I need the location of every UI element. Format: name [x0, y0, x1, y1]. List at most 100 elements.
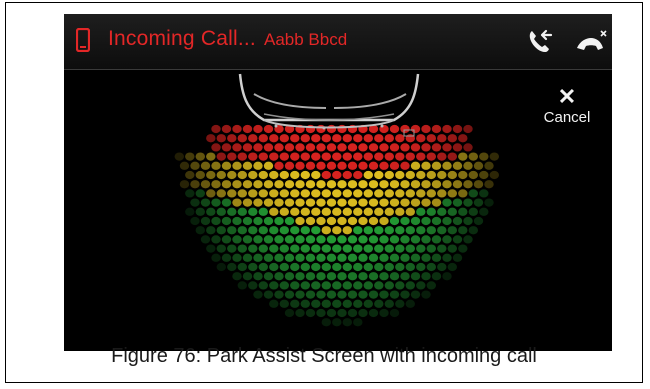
sensor-cell [384, 262, 394, 272]
sensor-cell [431, 198, 442, 207]
sensor-cell [389, 235, 400, 244]
sensor-cell [221, 216, 232, 226]
sensor-cell [279, 299, 289, 308]
sensor-cell [405, 281, 415, 290]
sensor-cell [337, 308, 347, 318]
sensor-cell [311, 207, 321, 216]
sensor-cell [295, 272, 305, 281]
car-rear-outline [238, 73, 420, 137]
sensor-cell [442, 180, 452, 189]
sensor-cell [374, 262, 384, 272]
sensor-cell [374, 152, 384, 161]
sensor-cell [405, 226, 415, 235]
sensor-cell [279, 152, 289, 161]
reject-call-icon[interactable] [574, 28, 608, 56]
sensor-cell [279, 244, 289, 253]
sensor-cell [489, 170, 499, 180]
sensor-cell [326, 216, 337, 226]
sensor-cell [253, 290, 263, 299]
sensor-cell [400, 235, 410, 244]
sensor-cell [206, 226, 216, 235]
sensor-cell [237, 189, 247, 198]
sensor-cell [463, 235, 473, 244]
sensor-cell [389, 290, 400, 299]
sensor-cell [442, 161, 452, 170]
sensor-cell [389, 216, 400, 226]
sensor-cell [426, 226, 436, 235]
sensor-cell [300, 152, 310, 161]
sensor-cell [248, 189, 258, 198]
sensor-cell [374, 226, 384, 235]
sensor-cell [206, 189, 216, 198]
sensor-cell [263, 161, 274, 170]
sensor-cell [206, 207, 216, 216]
sensor-cell [416, 244, 426, 253]
sensor-cell [248, 207, 258, 216]
sensor-cell [426, 244, 436, 253]
sensor-cell [295, 180, 305, 189]
sensor-cell [284, 235, 295, 244]
sensor-cell [447, 262, 457, 272]
sensor-cell [279, 226, 289, 235]
sensor-cell [258, 207, 268, 216]
sensor-cell [389, 308, 400, 318]
sensor-cell [227, 244, 237, 253]
sensor-cell [290, 244, 300, 253]
sensor-cell [185, 170, 195, 180]
sensor-cell [353, 244, 363, 253]
sensor-cell [332, 170, 342, 180]
sensor-cell [363, 152, 373, 161]
sensor-cell [300, 262, 310, 272]
sensor-cell [374, 244, 384, 253]
sensor-cell [190, 216, 200, 226]
sensor-cell [395, 207, 405, 216]
sensor-cell [458, 226, 468, 235]
sensor-cell [395, 281, 405, 290]
sensor-cell [442, 198, 452, 207]
sensor-cell [374, 189, 384, 198]
sensor-cell [190, 198, 200, 207]
sensor-cell [274, 216, 284, 226]
sensor-cell [384, 281, 394, 290]
sensor-cell [405, 189, 415, 198]
sensor-cell [290, 226, 300, 235]
sensor-cell [426, 207, 436, 216]
sensor-cell [185, 189, 195, 198]
sensor-cell [258, 262, 268, 272]
cancel-button[interactable]: ✕ Cancel [534, 86, 600, 134]
sensor-cell [279, 170, 289, 180]
sensor-cell [321, 152, 331, 161]
sensor-cell [410, 216, 421, 226]
sensor-cell [405, 170, 415, 180]
sensor-cell [363, 262, 373, 272]
sensor-cell [300, 226, 310, 235]
sensor-cell [431, 180, 442, 189]
sensor-cell [374, 299, 384, 308]
sensor-cell [253, 216, 263, 226]
sensor-cell [484, 198, 494, 207]
sensor-cell [216, 189, 226, 198]
accept-call-icon[interactable] [526, 27, 554, 55]
sensor-cell [437, 170, 447, 180]
sensor-cell [426, 281, 436, 290]
sensor-cell [358, 235, 368, 244]
sensor-cell [216, 152, 226, 161]
sensor-cell [274, 235, 284, 244]
sensor-cell [389, 180, 400, 189]
sensor-cell [458, 189, 468, 198]
sensor-cell [484, 180, 494, 189]
sensor-cell [410, 253, 421, 262]
sensor-cell [416, 152, 426, 161]
sensor-cell [232, 272, 242, 281]
sensor-cell [332, 281, 342, 290]
sensor-cell [463, 161, 473, 170]
sensor-cell [200, 180, 211, 189]
sensor-cell [290, 262, 300, 272]
sensor-cell [295, 161, 305, 170]
sensor-cell [248, 152, 258, 161]
sensor-cell [421, 198, 431, 207]
incoming-call-bar[interactable]: Incoming Call... Aabb Bbcd [64, 14, 612, 70]
sensor-cell [389, 253, 400, 262]
sensor-cell [458, 170, 468, 180]
sensor-cell [274, 198, 284, 207]
